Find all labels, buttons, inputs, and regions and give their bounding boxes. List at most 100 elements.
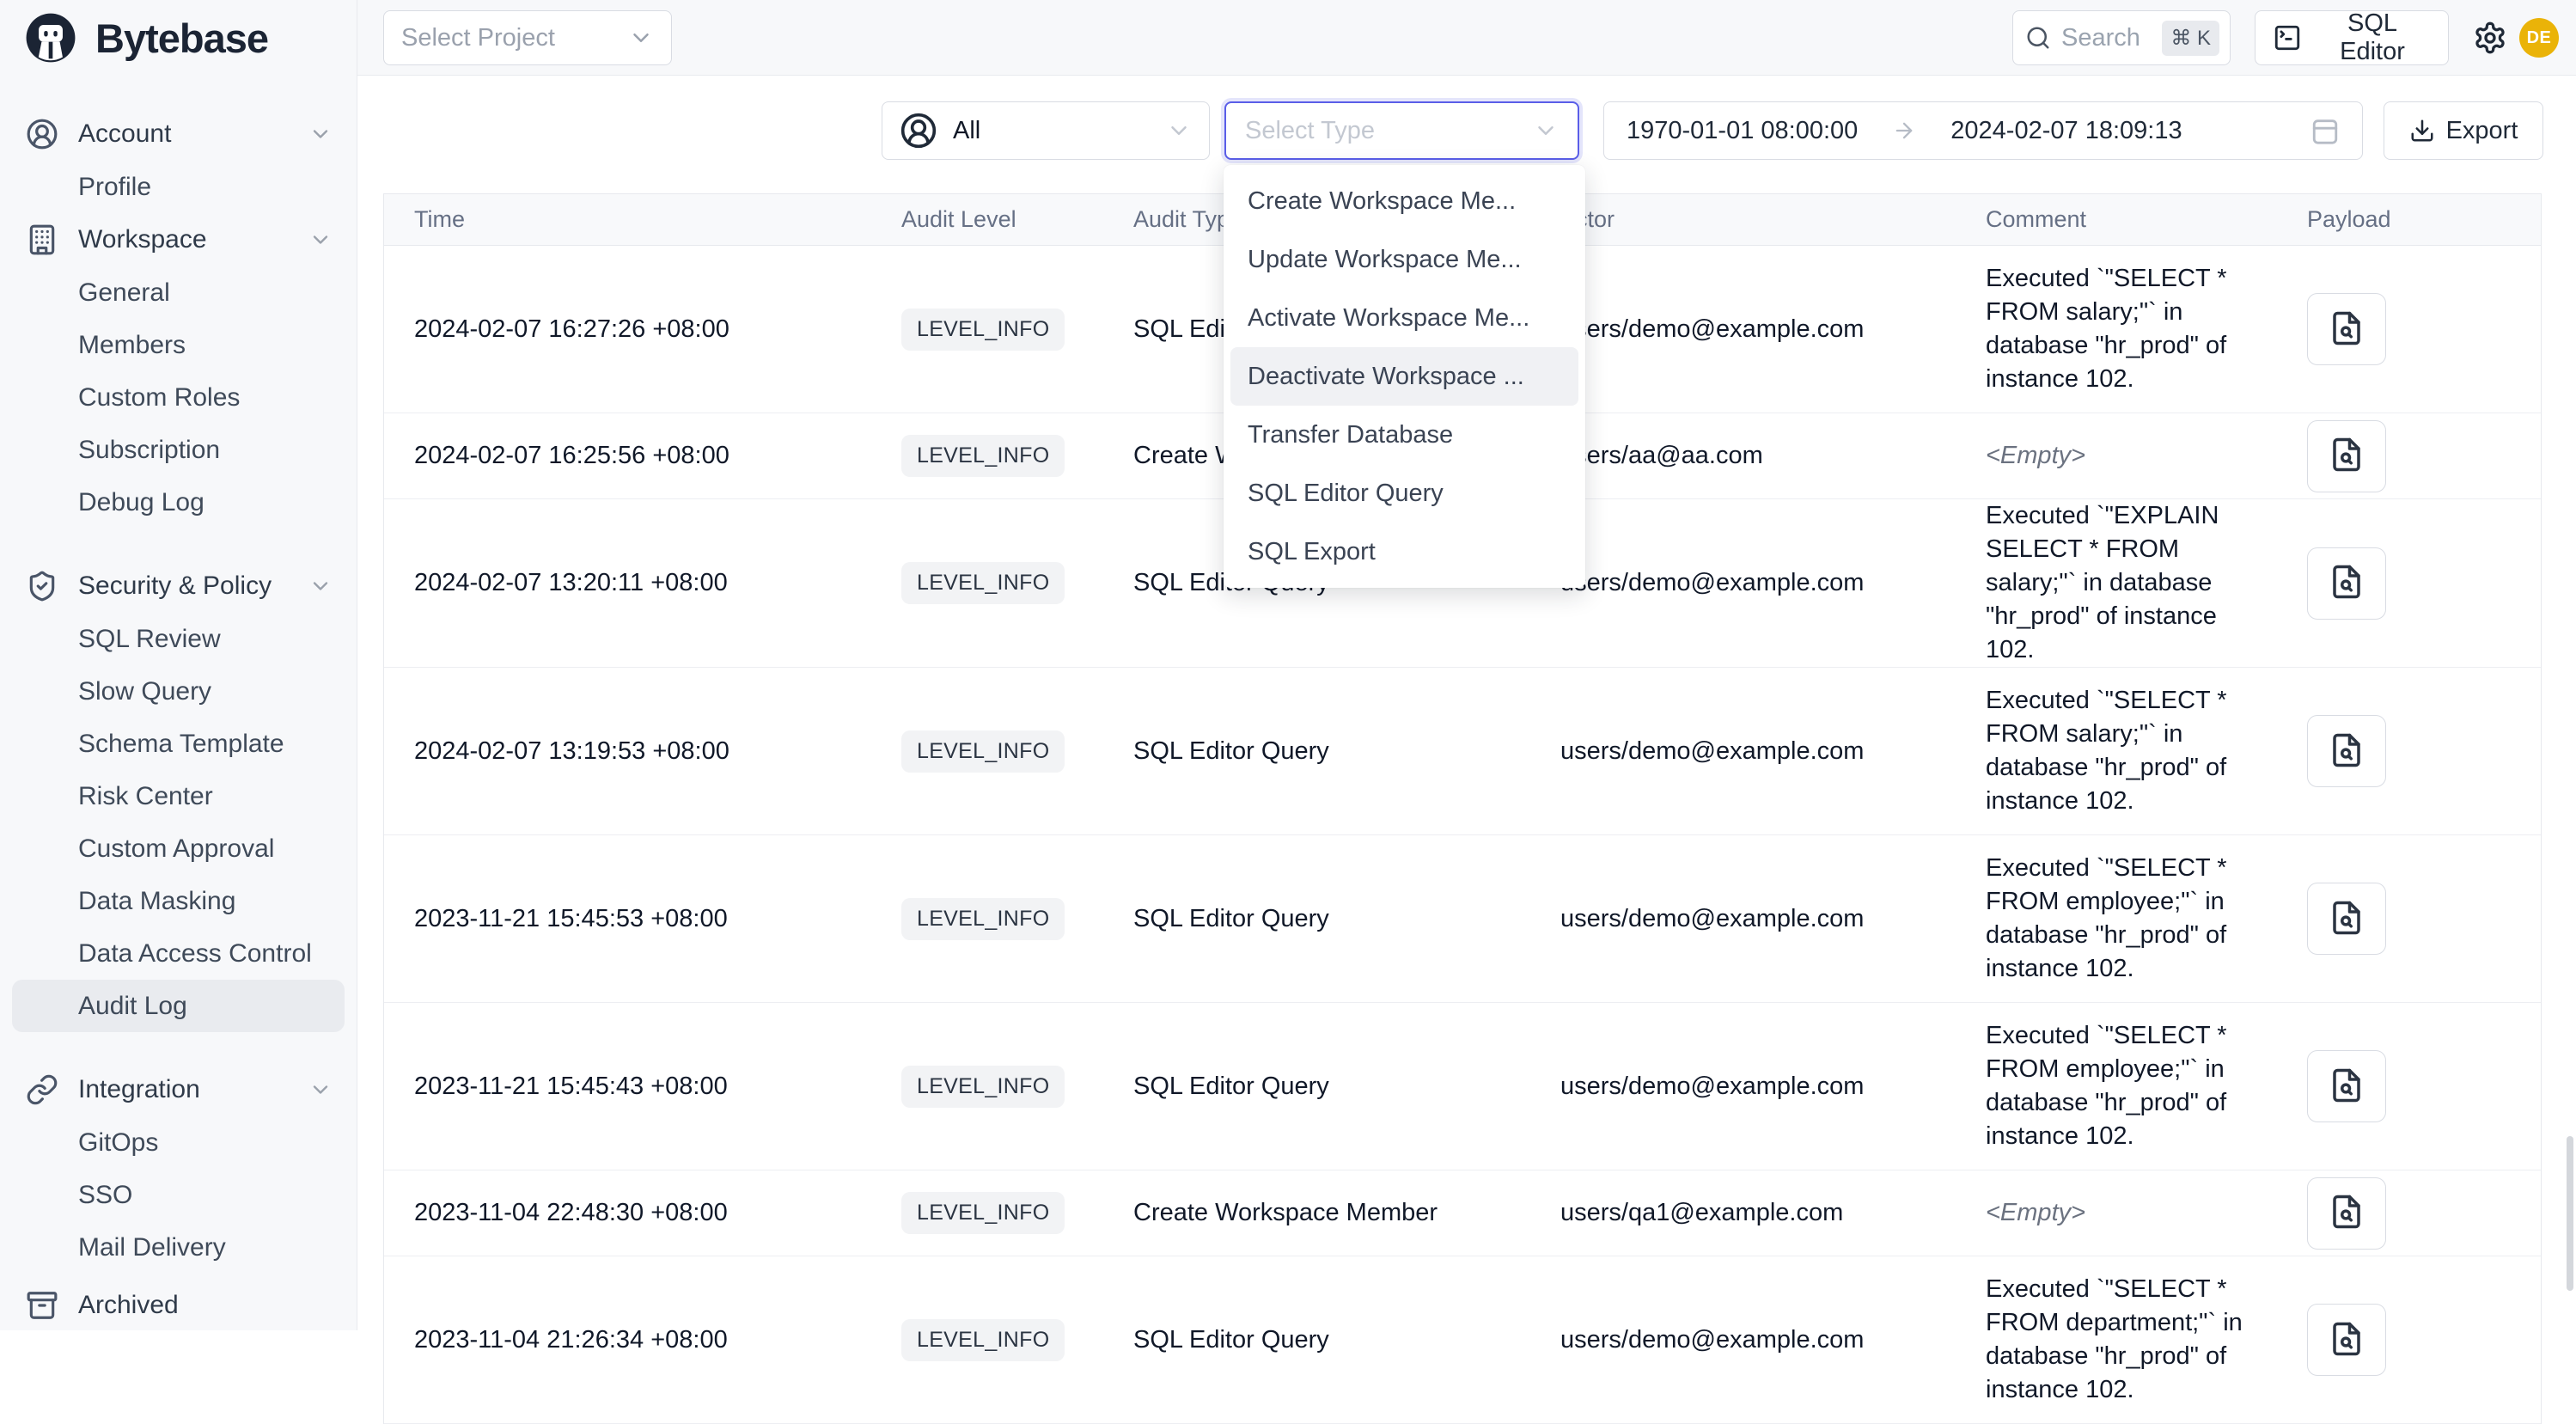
terminal-icon [2273, 23, 2302, 52]
column-header-audit-level: Audit Level [901, 206, 1133, 233]
search-input[interactable]: Search ⌘ K [2012, 10, 2231, 65]
payload-view-button[interactable] [2307, 1177, 2386, 1250]
sql-editor-button[interactable]: SQL Editor [2255, 10, 2449, 65]
payload-view-button[interactable] [2307, 1050, 2386, 1122]
project-select-placeholder: Select Project [401, 24, 555, 52]
cell-payload [2307, 1177, 2542, 1250]
cell-actor: users/demo@example.com [1560, 737, 1986, 766]
sidebar-item-subscription[interactable]: Subscription [0, 424, 357, 476]
table-row: 2023-11-04 22:48:30 +08:00LEVEL_INFOCrea… [384, 1170, 2541, 1256]
cell-time: 2024-02-07 16:25:56 +08:00 [414, 442, 901, 470]
menu-item-activate-workspace-me[interactable]: Activate Workspace Me... [1224, 289, 1585, 347]
table-row: 2023-11-04 21:26:34 +08:00LEVEL_INFOSQL … [384, 1256, 2541, 1424]
sidebar-group-integration[interactable]: Integration [0, 1063, 357, 1116]
menu-item-create-workspace-me[interactable]: Create Workspace Me... [1224, 172, 1585, 230]
sidebar-item-sso[interactable]: SSO [0, 1169, 357, 1221]
sidebar: Bytebase AccountProfileWorkspaceGeneralM… [0, 0, 357, 1330]
payload-view-button[interactable] [2307, 1304, 2386, 1376]
sidebar-item-schema-template[interactable]: Schema Template [0, 718, 357, 770]
scrollbar-thumb[interactable] [2567, 1136, 2573, 1291]
cell-comment: <Empty> [1986, 439, 2307, 473]
payload-view-button[interactable] [2307, 547, 2386, 620]
menu-item-update-workspace-me[interactable]: Update Workspace Me... [1224, 230, 1585, 289]
shield-check-icon [26, 570, 58, 602]
sidebar-group-label: Integration [78, 1075, 200, 1104]
date-range-picker[interactable]: 1970-01-01 08:00:00 2024-02-07 18:09:13 [1603, 101, 2363, 160]
sidebar-item-audit-log[interactable]: Audit Log [12, 980, 345, 1032]
sidebar-item-mail-delivery[interactable]: Mail Delivery [0, 1221, 357, 1274]
sidebar-item-label: Data Access Control [78, 939, 312, 969]
cell-time: 2024-02-07 13:19:53 +08:00 [414, 737, 901, 766]
sidebar-item-risk-center[interactable]: Risk Center [0, 770, 357, 822]
sidebar-item-debug-log[interactable]: Debug Log [0, 476, 357, 529]
user-avatar[interactable]: DE [2519, 18, 2559, 58]
cell-audit-level: LEVEL_INFO [901, 730, 1133, 773]
sidebar-group-account[interactable]: Account [0, 107, 357, 161]
date-range-end: 2024-02-07 18:09:13 [1950, 117, 2182, 145]
chevron-down-icon [308, 228, 333, 252]
cell-time: 2023-11-21 15:45:53 +08:00 [414, 905, 901, 933]
audit-level-badge: LEVEL_INFO [901, 562, 1065, 604]
payload-view-button[interactable] [2307, 293, 2386, 365]
building-icon [26, 223, 58, 256]
type-filter-select[interactable]: Select Type [1224, 101, 1579, 160]
payload-view-button[interactable] [2307, 420, 2386, 492]
audit-level-badge: LEVEL_INFO [901, 730, 1065, 773]
sidebar-item-general[interactable]: General [0, 266, 357, 319]
sidebar-item-label: Mail Delivery [78, 1233, 226, 1262]
sidebar-group-label: Security & Policy [78, 571, 272, 601]
chevron-down-icon [628, 25, 654, 51]
topbar: Select Project Search ⌘ K SQL Editor [357, 0, 2576, 76]
cell-payload [2307, 1304, 2542, 1376]
cell-payload [2307, 293, 2542, 365]
audit-level-badge: LEVEL_INFO [901, 898, 1065, 940]
cell-comment: Executed `"SELECT * FROM employee;"` in … [1986, 1019, 2307, 1153]
cell-payload [2307, 547, 2542, 620]
sidebar-item-label: Custom Approval [78, 834, 274, 864]
sidebar-item-data-access-control[interactable]: Data Access Control [0, 927, 357, 980]
cell-comment: Executed `"SELECT * FROM salary;"` in da… [1986, 684, 2307, 818]
search-placeholder: Search [2061, 24, 2140, 52]
menu-item-deactivate-workspace[interactable]: Deactivate Workspace ... [1230, 347, 1578, 406]
cell-payload [2307, 420, 2542, 492]
file-search-icon [2329, 564, 2365, 602]
export-button[interactable]: Export [2384, 101, 2543, 160]
menu-item-sql-editor-query[interactable]: SQL Editor Query [1224, 464, 1585, 523]
sidebar-group-archived[interactable]: Archived [0, 1279, 357, 1332]
sidebar-group-security-policy[interactable]: Security & Policy [0, 559, 357, 613]
menu-item-sql-export[interactable]: SQL Export [1224, 523, 1585, 581]
menu-item-transfer-database[interactable]: Transfer Database [1224, 406, 1585, 464]
sidebar-item-sql-review[interactable]: SQL Review [0, 613, 357, 665]
cell-time: 2024-02-07 13:20:11 +08:00 [414, 569, 901, 597]
sidebar-item-members[interactable]: Members [0, 319, 357, 371]
sidebar-item-data-masking[interactable]: Data Masking [0, 875, 357, 927]
sidebar-item-slow-query[interactable]: Slow Query [0, 665, 357, 718]
cell-audit-type: SQL Editor Query [1133, 737, 1560, 766]
cell-comment: Executed `"SELECT * FROM salary;"` in da… [1986, 262, 2307, 396]
payload-view-button[interactable] [2307, 715, 2386, 787]
column-header-actor: Actor [1560, 206, 1986, 233]
file-search-icon [2329, 437, 2365, 475]
sidebar-item-custom-roles[interactable]: Custom Roles [0, 371, 357, 424]
brand-logo[interactable]: Bytebase [0, 0, 357, 76]
project-select[interactable]: Select Project [383, 10, 672, 65]
link-icon [26, 1073, 58, 1106]
cell-actor: users/demo@example.com [1560, 315, 1986, 344]
sidebar-item-label: Risk Center [78, 782, 213, 811]
audit-level-badge: LEVEL_INFO [901, 1192, 1065, 1234]
cell-actor: users/demo@example.com [1560, 905, 1986, 933]
app-root: Bytebase AccountProfileWorkspaceGeneralM… [0, 0, 2576, 1330]
sidebar-item-gitops[interactable]: GitOps [0, 1116, 357, 1169]
sidebar-item-profile[interactable]: Profile [0, 161, 357, 213]
table-row: 2023-11-21 15:45:43 +08:00LEVEL_INFOSQL … [384, 1003, 2541, 1170]
actor-filter-select[interactable]: All [882, 101, 1210, 160]
gear-icon[interactable] [2473, 21, 2507, 55]
cell-actor: users/demo@example.com [1560, 569, 1986, 597]
payload-view-button[interactable] [2307, 883, 2386, 955]
actor-filter-value: All [953, 117, 980, 145]
sidebar-item-custom-approval[interactable]: Custom Approval [0, 822, 357, 875]
sidebar-group-label: Archived [78, 1291, 179, 1320]
archive-icon [26, 1289, 58, 1322]
download-icon [2409, 118, 2435, 144]
sidebar-group-workspace[interactable]: Workspace [0, 213, 357, 266]
